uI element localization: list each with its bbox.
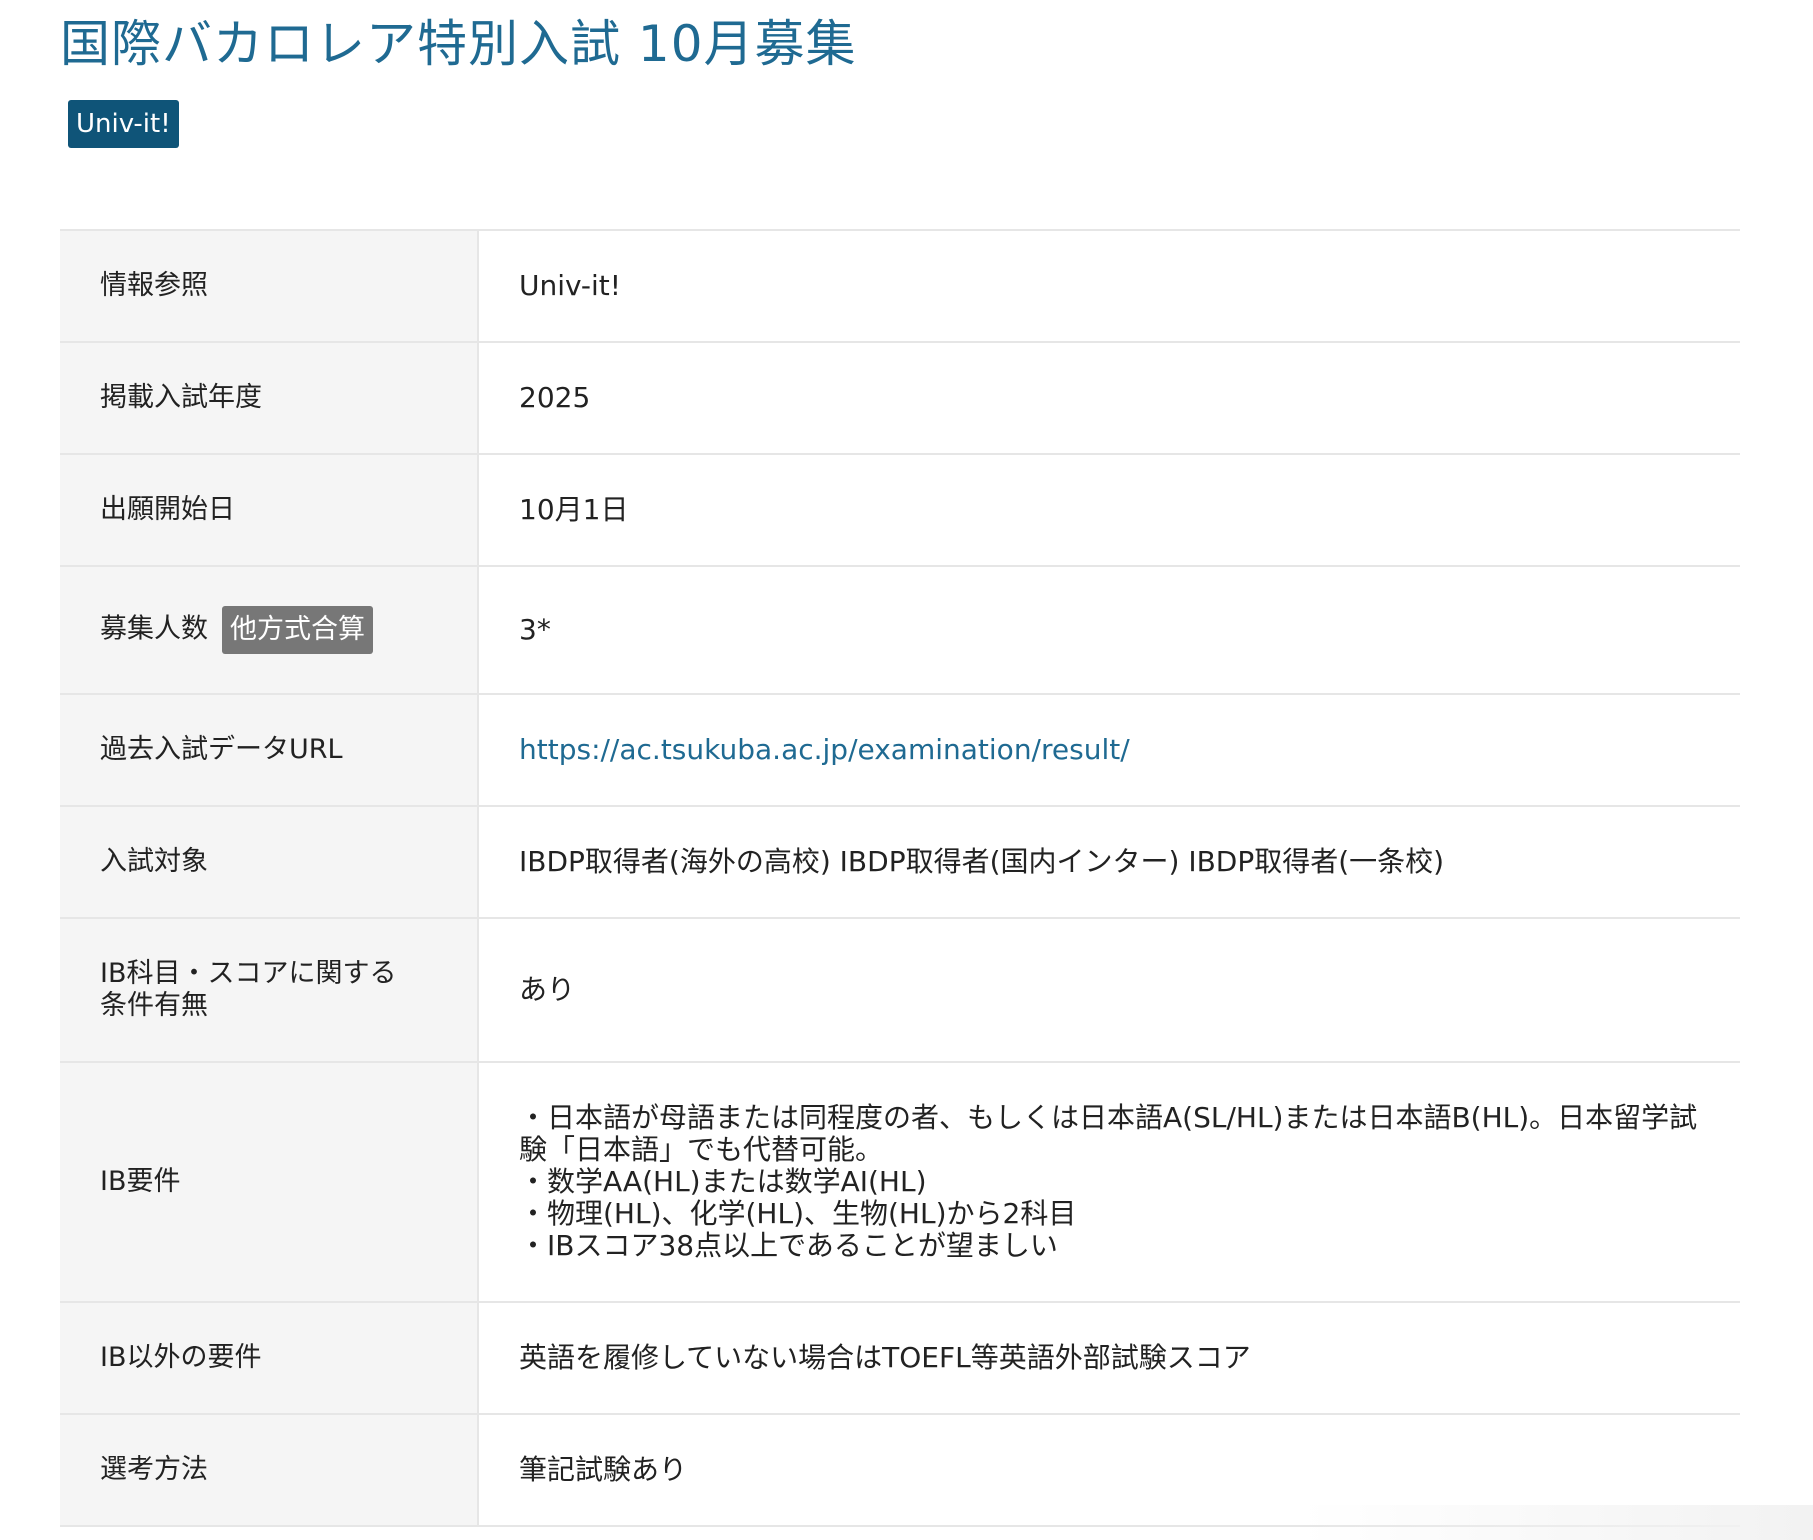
row-value-start-date: 10月1日 xyxy=(519,493,629,526)
page-title: 国際バカロレア特別入試 10月募集 xyxy=(60,15,857,73)
past-data-link[interactable]: https://ac.tsukuba.ac.jp/examination/res… xyxy=(519,733,1130,766)
row-label-selection: 選考方法 xyxy=(60,1414,479,1526)
row-label-ib-requirements: IB要件 xyxy=(60,1062,479,1302)
row-value-past-data-url-cell: https://ac.tsukuba.ac.jp/examination/res… xyxy=(478,694,1740,806)
table-row-start-date: 出願開始日 10月1日 xyxy=(60,454,1740,566)
row-value-ib-conditions: あり xyxy=(519,973,576,1006)
row-label-ib-conditions-line1: IB科目・スコアに関する xyxy=(100,958,397,989)
table-row-year: 掲載入試年度 2025 xyxy=(60,342,1740,454)
list-item: ・日本語が母語または同程度の者、もしくは日本語A(SL/HL)または日本語B(H… xyxy=(519,1101,1698,1166)
row-label-capacity: 募集人数 xyxy=(100,613,208,645)
row-label-past-data-url: 過去入試データURL xyxy=(60,694,479,806)
list-item: ・IBスコア38点以上であることが望ましい xyxy=(519,1229,1058,1262)
combined-tag: 他方式合算 xyxy=(222,606,373,654)
row-value-ib-requirements: ・日本語が母語または同程度の者、もしくは日本語A(SL/HL)または日本語B(H… xyxy=(478,1062,1740,1302)
row-label-ib-conditions-line2: 条件有無 xyxy=(100,990,208,1021)
table-row-ib-conditions: IB科目・スコアに関する 条件有無 あり xyxy=(60,918,1740,1062)
row-value-year: 2025 xyxy=(519,381,591,414)
source-badge: Univ-it! xyxy=(68,100,179,148)
bottom-shadow xyxy=(1300,1505,1813,1540)
row-label-target: 入試対象 xyxy=(60,806,479,918)
table-row-reference: 情報参照 Univ-it! xyxy=(60,230,1740,342)
info-table: 情報参照 Univ-it! 掲載入試年度 2025 出願開始日 10月1日 募集… xyxy=(60,229,1740,1527)
row-label-year: 掲載入試年度 xyxy=(60,342,479,454)
row-label-reference: 情報参照 xyxy=(60,230,479,342)
row-label-start-date: 出願開始日 xyxy=(60,454,479,566)
list-item: ・物理(HL)、化学(HL)、生物(HL)から2科目 xyxy=(519,1197,1077,1230)
page-container: 国際バカロレア特別入試 10月募集 Univ-it! 情報参照 Univ-it!… xyxy=(60,0,1740,1526)
table-row-capacity: 募集人数 他方式合算 3* xyxy=(60,566,1740,694)
list-item: ・数学AA(HL)または数学AI(HL) xyxy=(519,1165,927,1198)
row-value-target: IBDP取得者(海外の高校) IBDP取得者(国内インター) IBDP取得者(一… xyxy=(519,845,1445,878)
row-label-ib-conditions: IB科目・スコアに関する 条件有無 xyxy=(60,918,479,1062)
row-label-other-requirements: IB以外の要件 xyxy=(60,1302,479,1414)
ib-requirements-list: ・日本語が母語または同程度の者、もしくは日本語A(SL/HL)または日本語B(H… xyxy=(519,1102,1700,1262)
row-value-capacity: 3* xyxy=(519,613,551,646)
row-label-capacity-cell: 募集人数 他方式合算 xyxy=(60,566,479,694)
row-value-reference: Univ-it! xyxy=(519,269,621,302)
row-value-other-requirements: 英語を履修していない場合はTOEFL等英語外部試験スコア xyxy=(519,1341,1251,1374)
table-row-other-requirements: IB以外の要件 英語を履修していない場合はTOEFL等英語外部試験スコア xyxy=(60,1302,1740,1414)
table-row-ib-requirements: IB要件 ・日本語が母語または同程度の者、もしくは日本語A(SL/HL)または日… xyxy=(60,1062,1740,1302)
table-row-target: 入試対象 IBDP取得者(海外の高校) IBDP取得者(国内インター) IBDP… xyxy=(60,806,1740,918)
table-row-past-data-url: 過去入試データURL https://ac.tsukuba.ac.jp/exam… xyxy=(60,694,1740,806)
